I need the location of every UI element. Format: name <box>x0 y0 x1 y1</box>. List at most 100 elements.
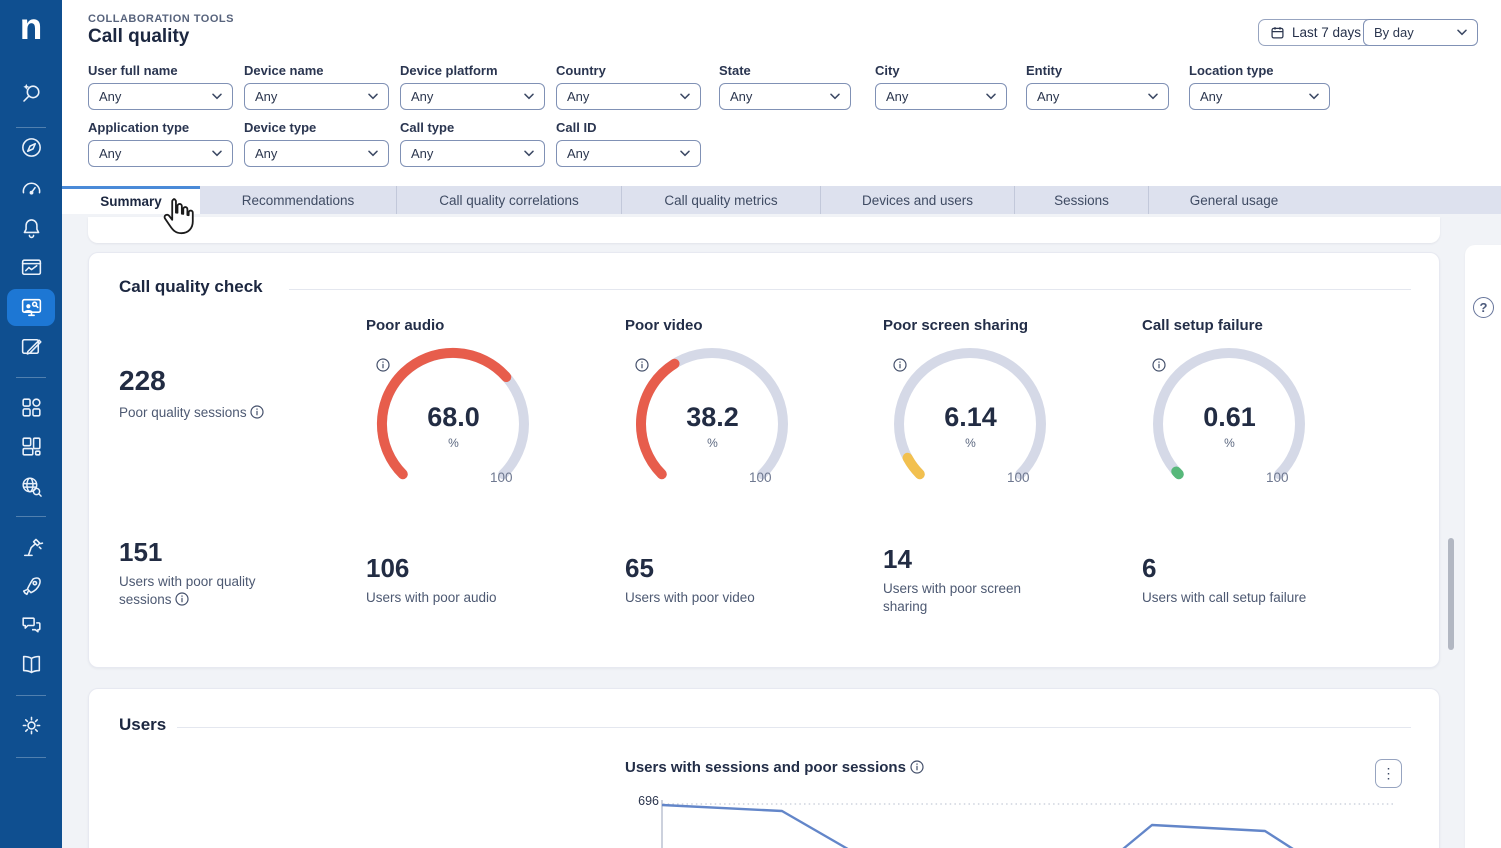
cursor-pointer-icon <box>160 195 196 243</box>
chevron-down-icon <box>212 93 222 100</box>
apps-grid-icon[interactable] <box>18 394 44 420</box>
gauge-unit: % <box>625 436 800 450</box>
stat-value: 14 <box>883 544 1043 575</box>
section-divider <box>289 289 1411 290</box>
filter-select-state[interactable]: Any <box>719 83 851 110</box>
filter-select-device-platform[interactable]: Any <box>400 83 545 110</box>
filter-select-user-full-name[interactable]: Any <box>88 83 233 110</box>
filter-label: User full name <box>88 63 178 78</box>
filter-select-location-type[interactable]: Any <box>1189 83 1330 110</box>
filter-select-device-name[interactable]: Any <box>244 83 389 110</box>
chevron-down-icon <box>680 93 690 100</box>
sidebar-divider <box>16 516 46 517</box>
chevron-down-icon <box>1148 93 1158 100</box>
users-card: Users Users with sessions and poor sessi… <box>88 688 1440 848</box>
ai-search-icon[interactable] <box>18 80 44 106</box>
stat-label: Users with poor quality sessions <box>119 573 279 609</box>
filter-label: Country <box>556 63 606 78</box>
filter-label: Location type <box>1189 63 1274 78</box>
gauge-value: 68.0 <box>366 402 541 433</box>
rocket-icon[interactable] <box>18 573 44 599</box>
investigate-globe-icon[interactable] <box>18 473 44 499</box>
gauge-title: Poor video <box>625 317 800 334</box>
stat-label: Users with poor screen sharing <box>883 580 1043 616</box>
filter-label: Entity <box>1026 63 1062 78</box>
tab-recommendations[interactable]: Recommendations <box>200 186 396 214</box>
gauge-title: Poor audio <box>366 317 541 334</box>
stat-value: 6 <box>1142 553 1362 584</box>
filter-value: Any <box>255 146 277 161</box>
page-header: COLLABORATION TOOLS Call quality Last 7 … <box>62 0 1501 186</box>
filter-select-application-type[interactable]: Any <box>88 140 233 167</box>
info-icon[interactable] <box>893 358 907 372</box>
filter-value: Any <box>1200 89 1222 104</box>
gauge-poor-audio: Poor audio 68.0 % 100 <box>366 317 541 498</box>
stat-users-poor-audio: 106 Users with poor audio <box>366 553 586 607</box>
gauge-max-label: 100 <box>749 470 772 485</box>
info-icon[interactable] <box>1152 358 1166 372</box>
feedback-chat-icon[interactable] <box>18 612 44 638</box>
granularity-select[interactable]: By day <box>1363 19 1478 46</box>
section-title: Call quality check <box>119 277 263 297</box>
settings-gear-icon[interactable] <box>18 712 44 738</box>
gauge-icon[interactable] <box>18 175 44 201</box>
gauge-unit: % <box>366 436 541 450</box>
collaboration-experience-icon[interactable] <box>18 294 44 320</box>
date-range-button[interactable]: Last 7 days <box>1258 19 1373 46</box>
users-sessions-chart <box>601 771 1421 848</box>
stat-label: Users with poor video <box>625 589 845 607</box>
brand-logo: n <box>0 6 62 48</box>
info-icon[interactable] <box>635 358 649 372</box>
filter-value: Any <box>411 146 433 161</box>
filter-label: Device platform <box>400 63 498 78</box>
tab-devices-and-users[interactable]: Devices and users <box>820 186 1014 214</box>
stat-users-poor-screen-sharing: 14 Users with poor screen sharing <box>883 544 1043 616</box>
gauge-unit: % <box>1142 436 1317 450</box>
filter-select-entity[interactable]: Any <box>1026 83 1169 110</box>
filter-value: Any <box>99 146 121 161</box>
chevron-down-icon <box>212 150 222 157</box>
alerts-bell-icon[interactable] <box>18 215 44 241</box>
gauge-value: 6.14 <box>883 402 1058 433</box>
tab-call-quality-correlations[interactable]: Call quality correlations <box>396 186 621 214</box>
date-range-label: Last 7 days <box>1292 25 1361 40</box>
info-icon[interactable] <box>175 592 189 606</box>
tab-general-usage[interactable]: General usage <box>1148 186 1319 214</box>
lab-lamp-icon[interactable] <box>18 533 44 559</box>
page-title: Call quality <box>88 26 189 48</box>
info-icon[interactable] <box>250 405 264 419</box>
layout-blocks-icon[interactable] <box>18 433 44 459</box>
help-icon[interactable]: ? <box>1473 297 1494 318</box>
filter-label: Device type <box>244 120 316 135</box>
filter-value: Any <box>99 89 121 104</box>
tab-call-quality-metrics[interactable]: Call quality metrics <box>621 186 820 214</box>
filter-label: State <box>719 63 751 78</box>
filter-select-call-id[interactable]: Any <box>556 140 701 167</box>
compass-icon[interactable] <box>18 134 44 160</box>
chevron-down-icon <box>368 93 378 100</box>
gauge-max-label: 100 <box>490 470 513 485</box>
filter-select-call-type[interactable]: Any <box>400 140 545 167</box>
filter-label: Call ID <box>556 120 596 135</box>
vertical-scrollbar-thumb[interactable] <box>1448 538 1454 650</box>
gauge-value: 0.61 <box>1142 402 1317 433</box>
gauge-title: Call setup failure <box>1142 317 1317 334</box>
filter-select-city[interactable]: Any <box>875 83 1007 110</box>
filter-select-country[interactable]: Any <box>556 83 701 110</box>
documentation-book-icon[interactable] <box>18 651 44 677</box>
tab-bar-filler <box>1319 186 1501 214</box>
poor-quality-sessions-label: Poor quality sessions <box>119 405 264 420</box>
monitor-chart-icon[interactable] <box>18 254 44 280</box>
edit-window-icon[interactable] <box>18 333 44 359</box>
stat-value: 106 <box>366 553 586 584</box>
sidebar-divider <box>16 757 46 758</box>
breadcrumb: COLLABORATION TOOLS <box>88 13 234 25</box>
calendar-icon <box>1270 25 1285 40</box>
sidebar-divider <box>16 127 46 128</box>
info-icon[interactable] <box>376 358 390 372</box>
filter-label: Call type <box>400 120 454 135</box>
tab-sessions[interactable]: Sessions <box>1014 186 1148 214</box>
sidebar: n <box>0 0 62 848</box>
filter-value: Any <box>1037 89 1059 104</box>
filter-select-device-type[interactable]: Any <box>244 140 389 167</box>
